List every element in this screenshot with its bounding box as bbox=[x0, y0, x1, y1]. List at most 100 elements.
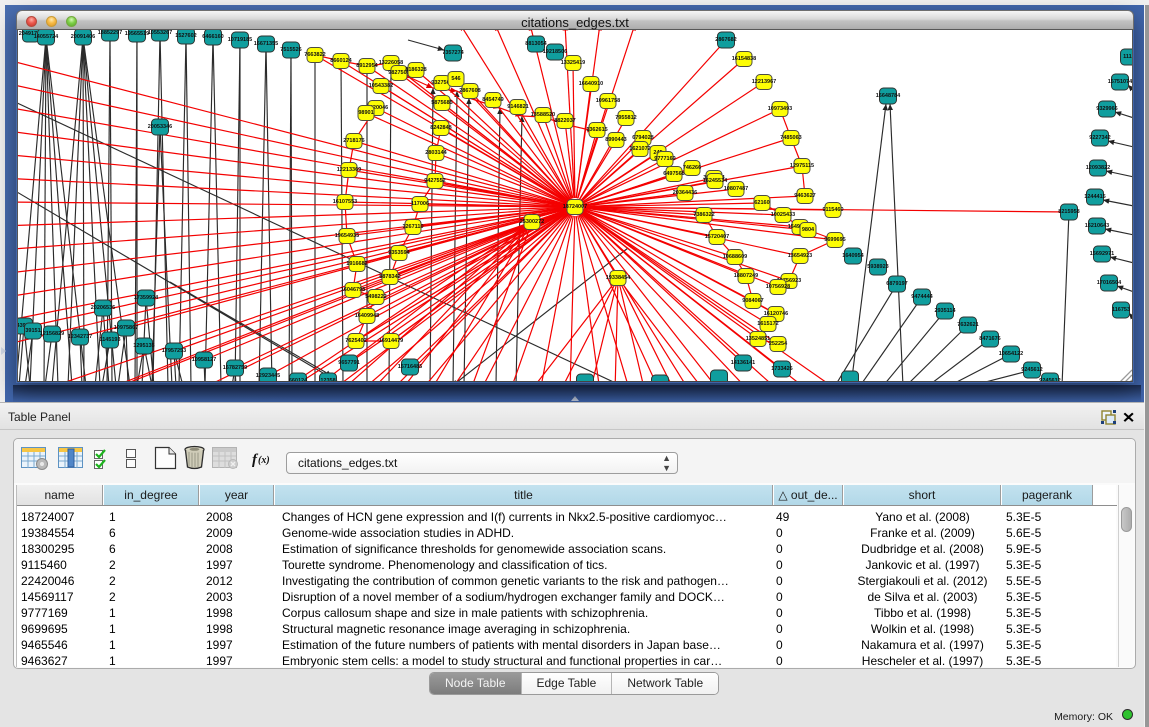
svg-text:10543382: 10543382 bbox=[369, 83, 393, 89]
svg-text:17016504: 17016504 bbox=[1097, 280, 1122, 286]
svg-text:12358: 12358 bbox=[320, 378, 335, 382]
svg-text:8471676: 8471676 bbox=[979, 336, 1000, 342]
svg-text:13654923: 13654923 bbox=[788, 253, 812, 259]
svg-text:20364436: 20364436 bbox=[673, 190, 697, 196]
svg-text:10654122: 10654122 bbox=[999, 351, 1023, 357]
svg-text:14136141: 14136141 bbox=[731, 360, 755, 366]
svg-text:10807487: 10807487 bbox=[724, 186, 748, 192]
svg-text:5875685: 5875685 bbox=[431, 100, 452, 106]
svg-text:10973493: 10973493 bbox=[768, 106, 792, 112]
svg-text:17957253: 17957253 bbox=[162, 348, 186, 354]
svg-text:9115460: 9115460 bbox=[822, 207, 843, 213]
svg-text:20053346: 20053346 bbox=[148, 124, 172, 130]
svg-text:8813054: 8813054 bbox=[525, 41, 547, 47]
svg-text:19338454: 19338454 bbox=[606, 275, 631, 281]
svg-text:19218506: 19218506 bbox=[543, 49, 567, 55]
svg-text:16210643: 16210643 bbox=[1085, 223, 1109, 229]
svg-text:8878342: 8878342 bbox=[379, 274, 400, 280]
svg-text:6466160: 6466160 bbox=[202, 34, 223, 40]
svg-text:7386322: 7386322 bbox=[693, 212, 714, 218]
svg-text:10688609: 10688609 bbox=[723, 254, 747, 260]
svg-text:2718176: 2718176 bbox=[343, 138, 364, 144]
svg-text:746266: 746266 bbox=[683, 165, 701, 171]
svg-text:19565519: 19565519 bbox=[125, 31, 149, 37]
svg-text:16648784: 16648784 bbox=[876, 93, 901, 99]
svg-text:17359924: 17359924 bbox=[134, 295, 159, 301]
svg-text:9245612: 9245612 bbox=[1021, 367, 1042, 373]
svg-text:14055724: 14055724 bbox=[34, 34, 59, 40]
svg-text:16409948: 16409948 bbox=[355, 313, 379, 319]
svg-text:8912954: 8912954 bbox=[356, 63, 378, 69]
svg-text:12213369: 12213369 bbox=[337, 167, 361, 173]
svg-text:8990443: 8990443 bbox=[605, 137, 626, 143]
svg-text:8242848: 8242848 bbox=[430, 125, 451, 131]
svg-text:6879197: 6879197 bbox=[886, 281, 907, 287]
svg-text:5938923: 5938923 bbox=[867, 264, 888, 270]
svg-text:7955812: 7955812 bbox=[615, 115, 636, 121]
svg-text:2867682: 2867682 bbox=[715, 37, 736, 43]
svg-text:13325419: 13325419 bbox=[561, 60, 585, 66]
svg-text:25300272: 25300272 bbox=[520, 219, 544, 225]
svg-text:2867608: 2867608 bbox=[459, 88, 480, 94]
svg-text:3267110: 3267110 bbox=[402, 224, 423, 230]
svg-text:7625402: 7625402 bbox=[345, 338, 366, 344]
svg-text:12156829: 12156829 bbox=[40, 331, 64, 337]
svg-text:20091406: 20091406 bbox=[71, 34, 95, 40]
svg-text:1916682: 1916682 bbox=[346, 261, 367, 267]
svg-text:7357274: 7357274 bbox=[442, 50, 464, 56]
svg-text:6794028: 6794028 bbox=[632, 135, 653, 141]
svg-text:15720407: 15720407 bbox=[705, 234, 729, 240]
svg-text:10756928: 10756928 bbox=[766, 284, 790, 290]
svg-text:660124: 660124 bbox=[289, 378, 308, 382]
svg-text:39151: 39151 bbox=[25, 328, 40, 334]
svg-text:7515526: 7515526 bbox=[280, 47, 301, 53]
svg-text:10961758: 10961758 bbox=[596, 98, 620, 104]
svg-text:8822037: 8822037 bbox=[554, 118, 575, 124]
svg-text:10553267: 10553267 bbox=[148, 30, 172, 36]
svg-text:8454749: 8454749 bbox=[482, 97, 503, 103]
svg-text:9329966: 9329966 bbox=[1096, 106, 1117, 112]
svg-text:9777169: 9777169 bbox=[654, 156, 675, 162]
svg-text:15692971: 15692971 bbox=[1090, 251, 1114, 257]
svg-text:7663822: 7663822 bbox=[304, 52, 325, 58]
svg-text:1615172: 1615172 bbox=[757, 321, 778, 327]
svg-text:1145193: 1145193 bbox=[99, 337, 120, 343]
svg-text:8186328: 8186328 bbox=[405, 67, 426, 73]
svg-text:10719185: 10719185 bbox=[228, 37, 252, 43]
svg-text:8660124: 8660124 bbox=[330, 58, 352, 64]
svg-text:16640910: 16640910 bbox=[579, 81, 603, 87]
svg-text:18807249: 18807249 bbox=[734, 273, 758, 279]
svg-text:1112: 1112 bbox=[1123, 54, 1133, 60]
svg-text:13588520: 13588520 bbox=[531, 112, 555, 118]
svg-text:9427552: 9427552 bbox=[424, 178, 445, 184]
svg-text:2935114: 2935114 bbox=[934, 308, 956, 314]
svg-text:9245612: 9245612 bbox=[1039, 378, 1060, 382]
svg-text:9084067: 9084067 bbox=[742, 298, 763, 304]
svg-text:2803144: 2803144 bbox=[425, 150, 447, 156]
svg-text:16782759: 16782759 bbox=[223, 365, 247, 371]
svg-text:1362615: 1362615 bbox=[586, 127, 607, 133]
svg-text:6497568: 6497568 bbox=[663, 171, 684, 177]
svg-text:10025433: 10025433 bbox=[771, 212, 795, 218]
svg-text:117006: 117006 bbox=[411, 201, 429, 207]
svg-text:8215958: 8215958 bbox=[1058, 209, 1079, 215]
svg-text:9146821: 9146821 bbox=[507, 104, 528, 110]
svg-text:1244415: 1244415 bbox=[1084, 194, 1105, 200]
svg-text:546: 546 bbox=[451, 76, 460, 82]
svg-text:9463627: 9463627 bbox=[794, 193, 815, 199]
svg-text:1295135: 1295135 bbox=[133, 343, 154, 349]
svg-text:16245534: 16245534 bbox=[703, 178, 728, 184]
svg-text:15751074: 15751074 bbox=[1108, 79, 1133, 85]
svg-text:7632621: 7632621 bbox=[957, 322, 978, 328]
svg-text:13524851: 13524851 bbox=[746, 336, 770, 342]
svg-text:1640954: 1640954 bbox=[842, 253, 864, 259]
svg-text:9474444: 9474444 bbox=[911, 294, 933, 300]
svg-text:16914479: 16914479 bbox=[379, 338, 403, 344]
svg-text:16671355: 16671355 bbox=[254, 41, 278, 47]
svg-text:1621072: 1621072 bbox=[629, 146, 650, 152]
svg-text:12093822: 12093822 bbox=[1086, 165, 1110, 171]
svg-text:7485063: 7485063 bbox=[780, 135, 801, 141]
svg-text:9353594: 9353594 bbox=[388, 250, 410, 256]
svg-text:16046798: 16046798 bbox=[341, 287, 365, 293]
svg-text:12975115: 12975115 bbox=[790, 163, 814, 169]
